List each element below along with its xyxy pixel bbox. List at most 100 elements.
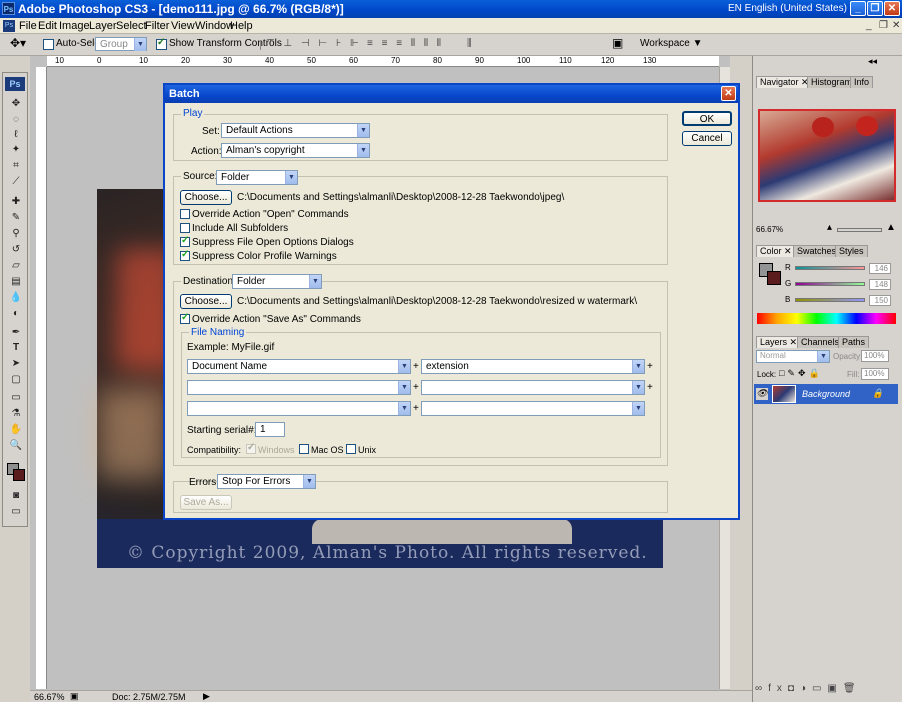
type-tool-icon[interactable]: T bbox=[8, 341, 24, 354]
b-value[interactable]: 150 bbox=[869, 295, 891, 306]
save-as-button[interactable]: Save As... bbox=[180, 495, 232, 510]
background-color-swatch[interactable] bbox=[13, 469, 25, 481]
auto-select-checkbox[interactable] bbox=[43, 39, 54, 50]
history-brush-icon[interactable]: ↺ bbox=[8, 243, 24, 256]
r-value[interactable]: 146 bbox=[869, 263, 891, 274]
naming-field-3a[interactable]: ▼ bbox=[187, 401, 411, 416]
tab-swatches[interactable]: Swatches bbox=[793, 245, 841, 257]
naming-field-2a[interactable]: ▼ bbox=[187, 380, 411, 395]
cancel-button[interactable]: Cancel bbox=[682, 131, 732, 146]
brush-tool-icon[interactable]: ✎ bbox=[8, 211, 24, 224]
status-icon[interactable]: ▣ bbox=[70, 691, 79, 702]
doc-minimize-icon[interactable]: _ bbox=[866, 20, 872, 31]
show-transform-checkbox[interactable] bbox=[156, 37, 167, 50]
lasso-tool-icon[interactable]: ℓ bbox=[8, 128, 24, 141]
menu-view[interactable]: View bbox=[171, 20, 195, 32]
override-open-checkbox[interactable] bbox=[180, 209, 190, 219]
source-choose-button[interactable]: Choose... bbox=[180, 190, 232, 205]
move-tool-icon[interactable]: ✥ bbox=[8, 97, 24, 110]
workspace-icon[interactable]: ▣ bbox=[612, 36, 623, 50]
menu-edit[interactable]: Edit bbox=[38, 20, 57, 32]
slice-tool-icon[interactable]: ⟋ bbox=[8, 175, 24, 188]
zoom-out-icon[interactable]: ▴ bbox=[827, 222, 832, 233]
g-value[interactable]: 148 bbox=[869, 279, 891, 290]
status-menu-icon[interactable]: ▶ bbox=[203, 691, 210, 702]
menu-layer[interactable]: Layer bbox=[89, 20, 117, 32]
tab-layers[interactable]: Layers ✕ bbox=[756, 336, 802, 348]
opacity-input[interactable]: 100% bbox=[861, 350, 889, 362]
close-icon[interactable]: ✕ bbox=[784, 246, 792, 256]
dialog-close-button[interactable]: ✕ bbox=[721, 86, 736, 101]
menu-select[interactable]: Select bbox=[116, 20, 147, 32]
auto-align-icon[interactable]: ⫼ bbox=[467, 38, 472, 49]
align-icons[interactable]: ⊤ ⊥ ⊣ ⊢ ⊦ ⊩ bbox=[266, 38, 362, 49]
healing-brush-icon[interactable]: ✚ bbox=[8, 195, 24, 208]
minimize-button[interactable]: _ bbox=[850, 1, 866, 16]
tab-styles[interactable]: Styles bbox=[835, 245, 868, 257]
tab-paths[interactable]: Paths bbox=[838, 336, 870, 348]
menu-filter[interactable]: Filter bbox=[145, 20, 169, 32]
layer-row-background[interactable]: 👁 Background 🔒 bbox=[754, 384, 898, 404]
navigator-zoom-slider[interactable] bbox=[837, 228, 882, 232]
pen-tool-icon[interactable]: ✒ bbox=[8, 326, 24, 339]
distribute-icons[interactable]: ≡ ≡ ≡ ⫴ ⫴ ⫴ bbox=[367, 38, 444, 49]
menu-image[interactable]: Image bbox=[59, 20, 90, 32]
action-dropdown[interactable]: Alman's copyright ▼ bbox=[221, 143, 370, 158]
notes-tool-icon[interactable]: ▭ bbox=[8, 391, 24, 404]
r-slider[interactable] bbox=[795, 266, 865, 270]
lock-icons[interactable]: □✎✥🔒 bbox=[779, 368, 823, 379]
eyedropper-tool-icon[interactable]: ⚗ bbox=[8, 407, 24, 420]
language-indicator[interactable]: EN English (United States) bbox=[728, 3, 847, 14]
tab-color[interactable]: Color ✕ bbox=[756, 245, 796, 257]
clone-stamp-icon[interactable]: ⚲ bbox=[8, 227, 24, 240]
gradient-tool-icon[interactable]: ▤ bbox=[8, 275, 24, 288]
b-slider[interactable] bbox=[795, 298, 865, 302]
color-spectrum-ramp[interactable] bbox=[757, 313, 896, 324]
fill-input[interactable]: 100% bbox=[861, 368, 889, 380]
restore-button[interactable]: ❐ bbox=[867, 1, 883, 16]
tab-channels[interactable]: Channels bbox=[797, 336, 844, 348]
menu-help[interactable]: Help bbox=[230, 20, 253, 32]
compat-macos-checkbox[interactable] bbox=[299, 444, 309, 454]
compat-windows-checkbox[interactable] bbox=[246, 442, 256, 454]
document-icon[interactable]: Ps bbox=[3, 20, 15, 32]
close-icon[interactable]: ✕ bbox=[790, 337, 798, 347]
doc-restore-icon[interactable]: ❐ bbox=[879, 20, 888, 31]
marquee-tool-icon[interactable]: ◌ bbox=[8, 113, 24, 126]
naming-field-2b[interactable]: ▼ bbox=[421, 380, 645, 395]
workspace-button[interactable]: Workspace ▼ bbox=[640, 38, 703, 49]
dodge-tool-icon[interactable]: ◐ bbox=[8, 307, 24, 320]
blend-mode-dropdown[interactable]: Normal ▼ bbox=[756, 350, 830, 363]
menu-file[interactable]: File bbox=[19, 20, 37, 32]
naming-field-3b[interactable]: ▼ bbox=[421, 401, 645, 416]
close-button[interactable]: ✕ bbox=[884, 1, 900, 16]
tab-histogram[interactable]: Histogram bbox=[807, 76, 857, 88]
screen-mode-icon[interactable]: ▭ bbox=[8, 505, 24, 518]
hand-tool-icon[interactable]: ✋ bbox=[8, 423, 24, 436]
move-tool-icon[interactable]: ✥▾ bbox=[10, 36, 26, 50]
errors-dropdown[interactable]: Stop For Errors ▼ bbox=[217, 474, 316, 489]
crop-tool-icon[interactable]: ⌗ bbox=[8, 159, 24, 172]
g-slider[interactable] bbox=[795, 282, 865, 286]
navigator-thumbnail[interactable] bbox=[758, 109, 896, 202]
set-dropdown[interactable]: Default Actions ▼ bbox=[221, 123, 370, 138]
zoom-in-icon[interactable]: ▲ bbox=[886, 222, 896, 233]
naming-field-1a[interactable]: Document Name ▼ bbox=[187, 359, 411, 374]
starting-serial-input[interactable]: 1 bbox=[255, 422, 285, 437]
doc-close-icon[interactable]: ✕ bbox=[892, 20, 900, 31]
compat-unix-checkbox[interactable] bbox=[346, 444, 356, 454]
magic-wand-tool-icon[interactable]: ✦ bbox=[8, 143, 24, 156]
layers-footer-icons[interactable]: ∞fx◘◑▭▣🗑 bbox=[755, 683, 862, 694]
panel-menu-icon[interactable]: ◂◂ bbox=[868, 56, 877, 67]
navigator-zoom[interactable]: 66.67% bbox=[756, 225, 783, 234]
suppress-color-profile-checkbox[interactable] bbox=[180, 249, 190, 261]
zoom-level[interactable]: 66.67% bbox=[34, 692, 65, 702]
menu-window[interactable]: Window bbox=[195, 20, 234, 32]
override-save-as-checkbox[interactable] bbox=[180, 312, 190, 324]
suppress-open-options-checkbox[interactable] bbox=[180, 235, 190, 247]
include-subfolders-checkbox[interactable] bbox=[180, 223, 190, 233]
tab-navigator[interactable]: Navigator ✕ bbox=[756, 76, 813, 88]
eye-icon[interactable]: 👁 bbox=[756, 388, 768, 400]
quick-mask-icon[interactable]: ◙ bbox=[8, 489, 24, 502]
zoom-tool-icon[interactable]: 🔍 bbox=[8, 439, 24, 452]
